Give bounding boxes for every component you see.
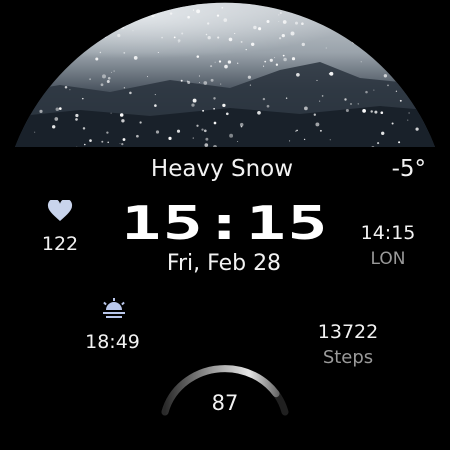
heart-rate-value: 122 bbox=[41, 233, 79, 255]
weather-condition: Heavy Snow bbox=[150, 156, 294, 182]
temperature: -5° bbox=[391, 156, 426, 182]
world-clock-time: 14:15 bbox=[360, 222, 416, 244]
sunset-icon bbox=[103, 298, 125, 318]
steps-label: Steps bbox=[322, 347, 374, 368]
weather-photo bbox=[15, 2, 435, 147]
heart-icon bbox=[47, 200, 73, 221]
world-clock-city: LON bbox=[370, 249, 406, 269]
watch-face: Heavy Snow -5° 15:15 Fri, Feb 28 122 14:… bbox=[0, 0, 450, 450]
sunset-time: 18:49 bbox=[85, 331, 140, 353]
steps-count: 13722 bbox=[317, 321, 379, 343]
battery-value: 87 bbox=[211, 391, 239, 415]
